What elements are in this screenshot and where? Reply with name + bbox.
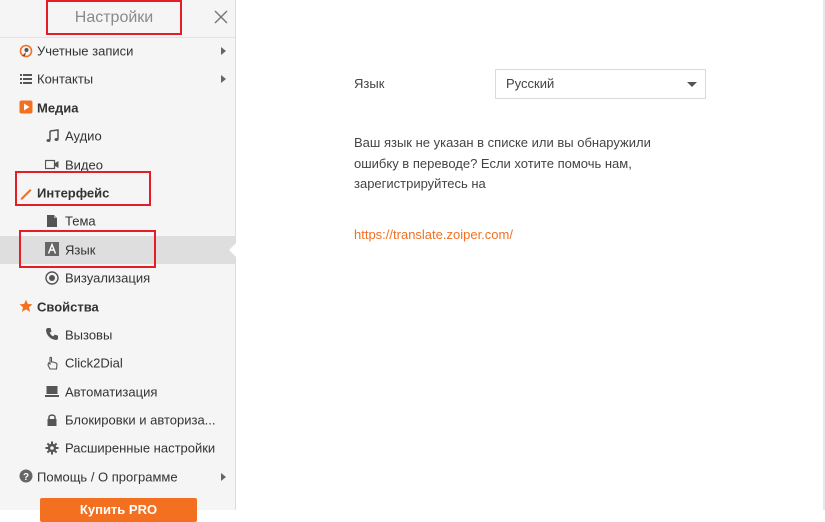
- help-icon: ?: [19, 469, 33, 483]
- star-icon: [19, 299, 33, 312]
- sidebar-item-label: Тема: [65, 213, 96, 229]
- sidebar-item-label: Видео: [65, 157, 103, 173]
- sidebar-item-blocking[interactable]: Блокировки и авториза...: [0, 406, 235, 434]
- sidebar-item-advanced[interactable]: Расширенные настройки: [0, 434, 235, 462]
- sidebar-item-automation[interactable]: Автоматизация: [0, 378, 235, 406]
- contacts-list-icon: [20, 73, 32, 84]
- sidebar-item-click2dial[interactable]: Click2Dial: [0, 349, 235, 377]
- settings-nav: Учетные записи Контакты Медиа Аудио Виде…: [0, 37, 236, 491]
- sidebar-item-label: Автоматизация: [65, 384, 158, 400]
- laptop-icon: [45, 386, 59, 398]
- theme-document-icon: [47, 214, 57, 227]
- sidebar-section-media[interactable]: Медиа: [0, 94, 235, 122]
- account-icon: [19, 44, 33, 57]
- sidebar-item-calls[interactable]: Вызовы: [0, 321, 235, 349]
- translate-link[interactable]: https://translate.zoiper.com/: [354, 227, 513, 242]
- sidebar-item-label: Свойства: [37, 299, 99, 315]
- sidebar-header: Настройки: [0, 0, 235, 38]
- language-a-icon: [45, 242, 59, 257]
- settings-title: Настройки: [46, 0, 182, 35]
- sidebar-section-interface[interactable]: Интерфейс: [0, 179, 235, 207]
- sidebar-item-language[interactable]: Язык: [0, 235, 236, 265]
- svg-text:?: ?: [23, 472, 29, 483]
- sidebar-item-label: Вызовы: [65, 327, 113, 343]
- upgrade-pro-button[interactable]: Купить PRO: [40, 498, 197, 522]
- translation-help-text: Ваш язык не указан в списке или вы обнар…: [354, 135, 651, 191]
- video-camera-icon: [45, 160, 59, 170]
- chevron-right-icon: [221, 47, 226, 55]
- language-label: Язык: [354, 76, 385, 91]
- sidebar-item-label: Контакты: [37, 71, 94, 87]
- sidebar-item-label: Блокировки и авториза...: [65, 412, 216, 428]
- sidebar-item-label: Язык: [65, 242, 96, 258]
- lock-icon: [47, 414, 57, 426]
- chevron-right-icon: [221, 472, 226, 481]
- sidebar-item-label: Учетные записи: [37, 43, 134, 59]
- sidebar-item-label: Интерфейс: [37, 185, 110, 201]
- gear-icon: [45, 441, 59, 455]
- chevron-right-icon: [221, 75, 226, 84]
- radio-target-icon: [45, 270, 59, 285]
- sidebar-item-video[interactable]: Видео: [0, 151, 235, 179]
- phone-icon: [46, 328, 58, 341]
- pencil-icon: [20, 188, 32, 200]
- settings-sidebar: Настройки Учетные записи Контакты Медиа …: [0, 0, 236, 522]
- language-settings-panel: Язык Русский Ваш язык не указан в списке…: [237, 0, 825, 510]
- sidebar-item-visualization[interactable]: Визуализация: [0, 264, 235, 292]
- sidebar-item-label: Расширенные настройки: [65, 441, 216, 457]
- music-note-icon: [46, 128, 59, 142]
- sidebar-item-label: Помощь / О программе: [37, 469, 178, 485]
- sidebar-item-label: Click2Dial: [65, 355, 123, 371]
- chevron-down-icon: [687, 82, 697, 87]
- sidebar-item-label: Аудио: [65, 128, 102, 144]
- language-select-value: Русский: [506, 76, 555, 91]
- sidebar-item-label: Медиа: [37, 100, 79, 116]
- language-select[interactable]: Русский: [495, 69, 706, 99]
- media-play-icon: [19, 100, 33, 114]
- close-icon[interactable]: [213, 9, 229, 25]
- sidebar-item-audio[interactable]: Аудио: [0, 122, 235, 150]
- sidebar-item-contacts[interactable]: Контакты: [0, 65, 235, 93]
- sidebar-section-properties[interactable]: Свойства: [0, 293, 235, 321]
- sidebar-item-help-about[interactable]: ? Помощь / О программе: [0, 463, 235, 491]
- hand-pointer-icon: [47, 356, 58, 370]
- sidebar-item-theme[interactable]: Тема: [0, 207, 235, 235]
- sidebar-item-accounts[interactable]: Учетные записи: [0, 37, 235, 65]
- sidebar-item-label: Визуализация: [65, 270, 151, 286]
